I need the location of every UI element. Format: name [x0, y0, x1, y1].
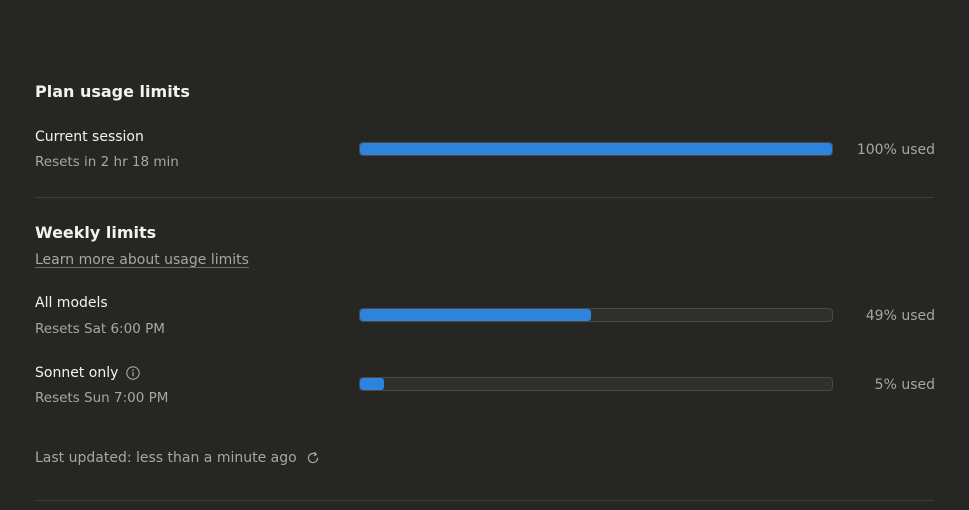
all-models-progress-fill	[360, 309, 592, 321]
sonnet-only-label: Sonnet only	[35, 364, 141, 382]
last-updated-text: Last updated: less than a minute ago	[35, 450, 297, 466]
sonnet-only-percent: 5% used	[874, 377, 935, 393]
all-models-reset: Resets Sat 6:00 PM	[35, 321, 165, 337]
all-models-progress-bar	[359, 308, 833, 322]
sonnet-only-progress-fill	[360, 378, 384, 390]
current-session-progress-fill	[360, 143, 832, 155]
current-session-percent: 100% used	[856, 142, 935, 158]
plan-usage-title: Plan usage limits	[35, 82, 190, 101]
weekly-limits-title: Weekly limits	[35, 223, 157, 242]
sonnet-only-progress-bar	[359, 377, 833, 391]
current-session-label-text: Current session	[35, 129, 144, 145]
last-updated: Last updated: less than a minute ago	[35, 449, 320, 467]
usage-limits-panel: Plan usage limits Current session Resets…	[0, 0, 969, 510]
info-icon[interactable]	[126, 366, 141, 380]
refresh-icon[interactable]	[306, 451, 320, 465]
sonnet-only-reset: Resets Sun 7:00 PM	[35, 390, 169, 406]
learn-more-link[interactable]: Learn more about usage limits	[35, 251, 249, 269]
all-models-label: All models	[35, 294, 108, 312]
all-models-label-text: All models	[35, 295, 108, 311]
section-divider	[35, 197, 934, 198]
all-models-percent: 49% used	[865, 308, 935, 324]
sonnet-only-label-text: Sonnet only	[35, 365, 119, 381]
current-session-reset: Resets in 2 hr 18 min	[35, 154, 179, 170]
current-session-label: Current session	[35, 128, 144, 146]
bottom-divider	[35, 500, 934, 501]
current-session-progress-bar	[359, 142, 833, 156]
